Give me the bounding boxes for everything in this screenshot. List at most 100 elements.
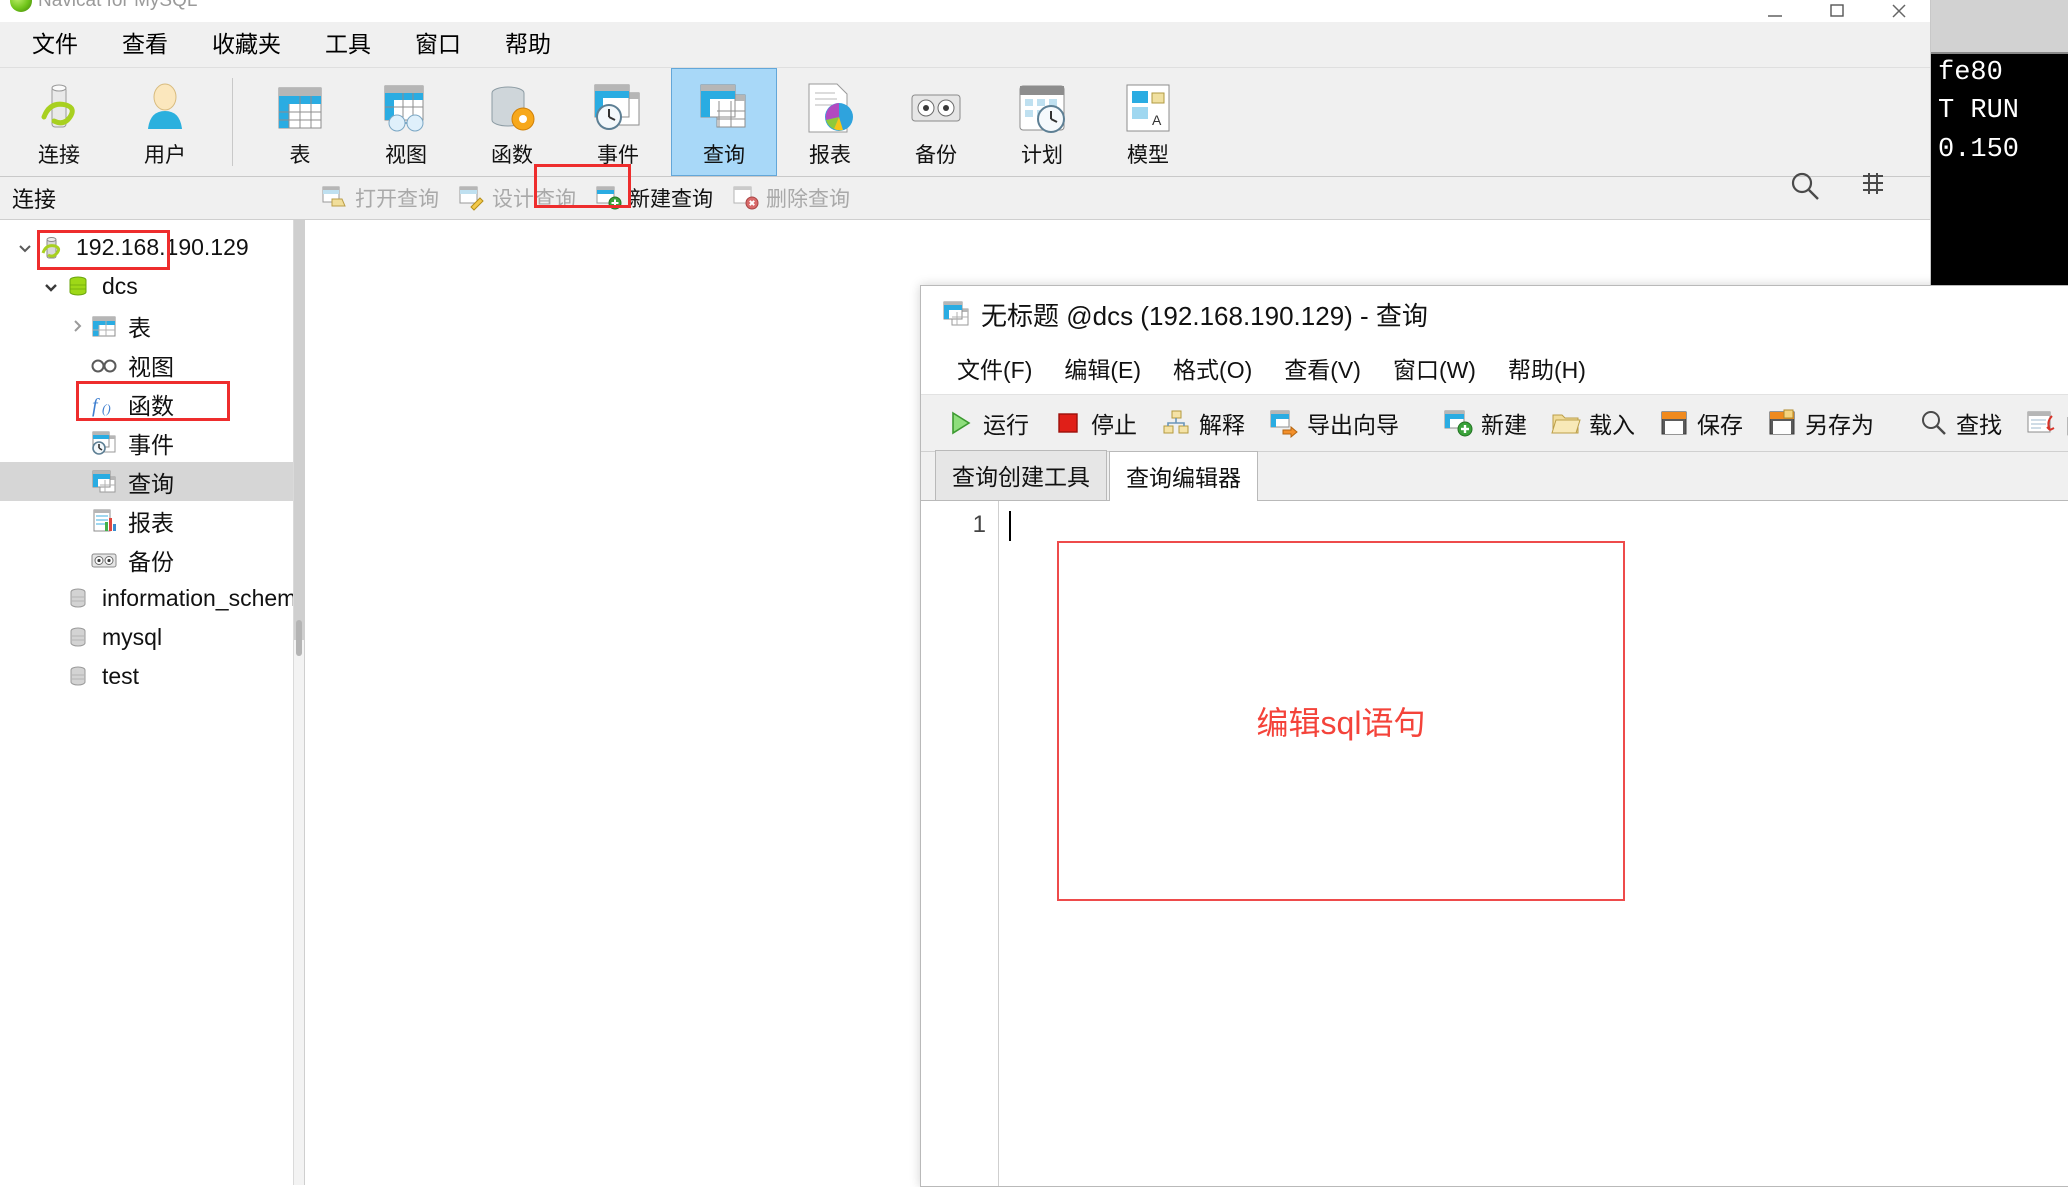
maximize-icon[interactable] — [1806, 0, 1868, 22]
ribbon-item-model[interactable]: A 模型 — [1095, 68, 1201, 176]
delete-query-button[interactable]: 删除查询 — [723, 181, 860, 215]
ribbon-item-user[interactable]: 用户 — [112, 68, 218, 176]
open-query-button[interactable]: 打开查询 — [312, 181, 449, 215]
tree-node-label: 函数 — [128, 392, 174, 419]
menu-favorites[interactable]: 收藏夹 — [190, 22, 303, 67]
stop-button[interactable]: 停止 — [1041, 406, 1149, 440]
tree-node-queries[interactable]: 查询 — [0, 462, 304, 501]
load-label: 载入 — [1589, 412, 1635, 438]
chevron-down-icon[interactable] — [12, 240, 38, 256]
sql-editor-annotation-text: 编辑sql语句 — [1256, 705, 1426, 741]
ribbon-item-query[interactable]: 查询 — [671, 68, 777, 176]
delete-query-label: 删除查询 — [766, 188, 850, 211]
query-actions: 打开查询 设计查询 新建查询 删除查询 — [304, 169, 1930, 227]
connections-sidebar: 192.168.190.129 dcs 表 视图 f () 函数 事件 查询 报… — [0, 220, 305, 1185]
tree-node-label: 查询 — [128, 470, 174, 497]
sidebar-splitter-grip[interactable] — [296, 620, 302, 656]
tree-node-server[interactable]: 192.168.190.129 — [0, 228, 304, 267]
tab-query-editor[interactable]: 查询编辑器 — [1109, 451, 1258, 501]
save-as-button[interactable]: 另存为 — [1755, 406, 1886, 440]
new-query-button[interactable]: 新建查询 — [586, 181, 723, 215]
terminal-line: T RUN — [1938, 96, 2020, 127]
database-green-icon — [64, 273, 92, 301]
terminal-titlebar — [1930, 0, 2068, 54]
explain-icon — [1161, 408, 1191, 438]
tree-node-dcs[interactable]: dcs — [0, 267, 304, 306]
sidebar-scroll-thumb[interactable] — [294, 220, 304, 640]
tree-node-mysql[interactable]: mysql — [0, 618, 304, 657]
ribbon-item-function[interactable]: 函数 — [459, 68, 565, 176]
run-button[interactable]: 运行 — [933, 406, 1041, 440]
view-icon — [377, 79, 435, 137]
qmenu-file[interactable]: 文件(F) — [941, 351, 1048, 385]
design-query-icon — [459, 185, 485, 211]
qmenu-window[interactable]: 窗口(W) — [1377, 351, 1492, 385]
report-icon — [801, 79, 859, 137]
tree-node-label: mysql — [102, 624, 163, 650]
search-icon[interactable] — [1788, 169, 1846, 227]
query-window-titlebar: 无标题 @dcs (192.168.190.129) - 查询 — [921, 286, 2068, 342]
tree-node-information-schema[interactable]: information_schema — [0, 579, 304, 618]
menu-window[interactable]: 窗口 — [393, 22, 483, 67]
event-icon — [589, 79, 647, 137]
ribbon-item-schedule[interactable]: 计划 — [989, 68, 1095, 176]
connections-panel-header: 连接 — [12, 187, 57, 212]
query-icon — [90, 468, 118, 496]
backup-icon — [907, 79, 965, 137]
find-button[interactable]: 查找 — [1906, 406, 2014, 440]
export-wizard-button[interactable]: 导出向导 — [1257, 406, 1411, 440]
autocomplete-button[interactable]: 自 — [2014, 406, 2068, 440]
new-button[interactable]: 新建 — [1431, 406, 1539, 440]
explain-button[interactable]: 解释 — [1149, 406, 1257, 440]
autocomplete-label: 自 — [2064, 406, 2068, 440]
ribbon-label: 表 — [289, 144, 311, 167]
qmenu-format[interactable]: 格式(O) — [1157, 351, 1268, 385]
minimize-icon[interactable] — [1744, 0, 1806, 22]
tree-node-test[interactable]: test — [0, 657, 304, 696]
menu-view[interactable]: 查看 — [100, 22, 190, 67]
ribbon-label: 连接 — [38, 144, 80, 167]
design-query-button[interactable]: 设计查询 — [449, 181, 586, 215]
ribbon-item-view[interactable]: 视图 — [353, 68, 459, 176]
qmenu-help[interactable]: 帮助(H) — [1492, 351, 1602, 385]
tree-node-backups[interactable]: 备份 — [0, 540, 304, 579]
ribbon-label: 函数 — [491, 144, 533, 167]
ribbon-label: 计划 — [1021, 144, 1063, 167]
navicat-leaf-icon — [10, 0, 32, 12]
ribbon-item-event[interactable]: 事件 — [565, 68, 671, 176]
connection-icon — [30, 79, 88, 137]
close-icon[interactable] — [1868, 0, 1930, 22]
svg-text:f: f — [92, 395, 100, 417]
line-number: 1 — [972, 511, 986, 538]
tab-query-builder[interactable]: 查询创建工具 — [935, 450, 1107, 500]
query-window-title: 无标题 @dcs (192.168.190.129) - 查询 — [981, 300, 1428, 331]
export-wizard-icon — [1269, 408, 1299, 439]
tree-node-reports[interactable]: 报表 — [0, 501, 304, 540]
qmenu-edit[interactable]: 编辑(E) — [1048, 351, 1157, 385]
load-button[interactable]: 载入 — [1539, 406, 1647, 440]
tree-node-label: information_schema — [102, 585, 305, 611]
chevron-down-icon[interactable] — [38, 279, 64, 295]
tree-node-views[interactable]: 视图 — [0, 345, 304, 384]
grid-icon[interactable] — [1858, 169, 1916, 227]
ribbon-item-report[interactable]: 报表 — [777, 68, 883, 176]
query-window-tabs: 查询创建工具 查询编辑器 — [921, 450, 2068, 501]
ribbon-item-backup[interactable]: 备份 — [883, 68, 989, 176]
database-gray-icon — [64, 585, 92, 613]
sql-editor[interactable]: 1 编辑sql语句 — [921, 501, 2068, 1186]
tree-node-functions[interactable]: f () 函数 — [0, 384, 304, 423]
menu-help[interactable]: 帮助 — [483, 22, 573, 67]
sidebar-scrollbar[interactable] — [293, 220, 304, 1185]
editor-code-area[interactable]: 编辑sql语句 — [999, 501, 2068, 1186]
menubar: 文件 查看 收藏夹 工具 窗口 帮助 — [0, 22, 1930, 68]
ribbon-toolbar: 连接 用户 表 视图 函数 事件 查询 报表 备份 计划 A 模型 — [0, 68, 1930, 177]
chevron-right-icon[interactable] — [64, 318, 90, 334]
qmenu-view[interactable]: 查看(V) — [1268, 351, 1377, 385]
ribbon-item-table[interactable]: 表 — [247, 68, 353, 176]
menu-tools[interactable]: 工具 — [303, 22, 393, 67]
tree-node-tables[interactable]: 表 — [0, 306, 304, 345]
tree-node-events[interactable]: 事件 — [0, 423, 304, 462]
ribbon-item-connection[interactable]: 连接 — [6, 68, 112, 176]
save-button[interactable]: 保存 — [1647, 406, 1755, 440]
menu-file[interactable]: 文件 — [10, 22, 100, 67]
